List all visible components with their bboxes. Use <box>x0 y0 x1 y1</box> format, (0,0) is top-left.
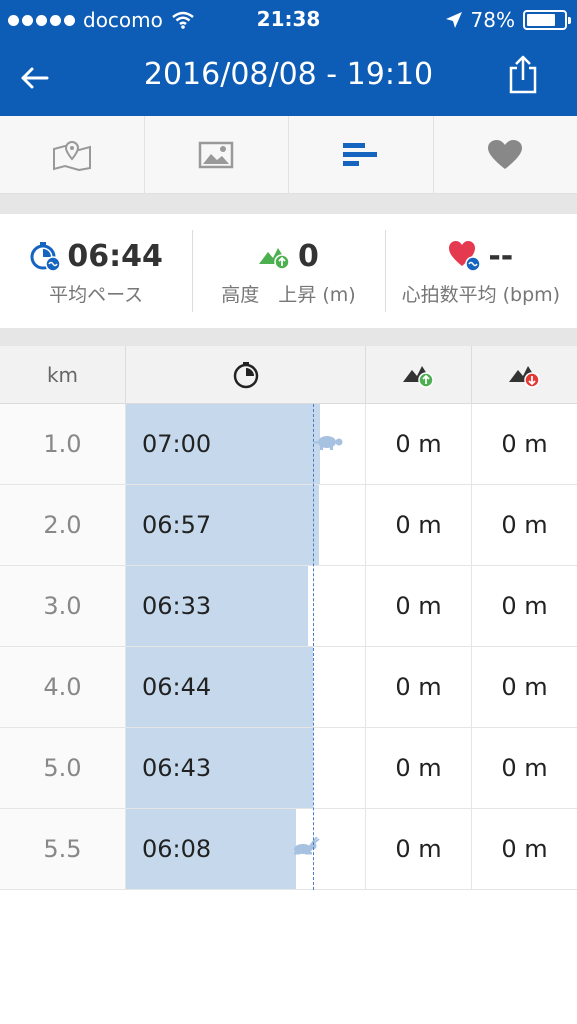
split-pace-cell: 06:57 <box>126 485 366 565</box>
split-km: 5.5 <box>0 809 126 889</box>
rabbit-icon <box>294 837 320 855</box>
turtle-icon <box>314 436 343 450</box>
split-pace: 06:33 <box>142 592 212 620</box>
table-header: km <box>0 346 577 404</box>
elevation-value: 0 <box>298 238 319 274</box>
avg-pace-value: 06:44 <box>67 238 163 274</box>
battery-level <box>527 14 555 26</box>
split-pace: 06:08 <box>142 835 212 863</box>
table-row: 5.0 06:43 0 m 0 m <box>0 728 577 809</box>
table-row: 2.0 06:57 0 m 0 m <box>0 485 577 566</box>
tab-bar <box>0 116 577 194</box>
tab-heart-rate[interactable] <box>434 116 577 193</box>
split-descent: 0 m <box>501 754 548 782</box>
split-km: 5.0 <box>0 728 126 808</box>
tab-photos[interactable] <box>145 116 289 193</box>
average-pace-line <box>313 404 314 890</box>
table-body: 1.0 07:00 0 m0 m 2.0 06:57 0 m0 m 3.0 06:33 0 m0… <box>0 404 577 890</box>
split-descent: 0 m <box>501 430 548 458</box>
descent-icon <box>508 365 540 388</box>
ascent-icon <box>402 365 434 388</box>
split-km: 3.0 <box>0 566 126 646</box>
split-ascent: 0 m <box>366 485 472 565</box>
split-ascent: 0 m <box>366 728 472 808</box>
split-pace-cell: 06:33 <box>126 566 366 646</box>
stopwatch-icon <box>233 361 258 388</box>
split-ascent: 0 m <box>366 809 472 889</box>
column-header-km: km <box>0 346 126 403</box>
split-descent: 0 m <box>501 835 548 863</box>
page-title: 2016/08/08 - 19:10 <box>143 57 434 92</box>
share-button[interactable] <box>507 54 547 98</box>
split-pace-cell: 06:44 <box>126 647 366 727</box>
photo-icon <box>199 141 234 168</box>
nav-bar: 2016/08/08 - 19:10 <box>0 40 577 116</box>
table-row: 3.0 06:33 0 m 0 m <box>0 566 577 647</box>
column-header-ascent <box>366 346 472 403</box>
battery-icon <box>523 10 571 30</box>
table-row: 1.0 07:00 0 m 0 m <box>0 404 577 485</box>
elevation-summary: 0 高度 上昇 (m) <box>192 214 384 328</box>
summary-panel: 06:44 平均ペース 0 高度 上昇 (m) -- 心拍数平均 (bpm) <box>0 214 577 328</box>
stopwatch-pace-icon <box>30 242 62 272</box>
split-pace-cell: 06:08 <box>126 809 366 889</box>
elevation-label: 高度 上昇 (m) <box>221 284 356 306</box>
section-divider <box>0 194 577 214</box>
split-pace: 06:43 <box>142 754 212 782</box>
split-pace-cell: 06:43 <box>126 728 366 808</box>
tab-splits[interactable] <box>289 116 434 193</box>
share-icon <box>509 55 537 94</box>
heart-rate-value: -- <box>488 238 514 274</box>
app-header: docomo 21:38 78% 2016/08/08 - 19:10 <box>0 0 577 116</box>
table-row: 4.0 06:44 0 m 0 m <box>0 647 577 728</box>
heart-rate-icon <box>449 241 482 272</box>
heart-rate-label: 心拍数平均 (bpm) <box>401 284 561 306</box>
status-right: 78% <box>445 8 571 32</box>
status-bar: docomo 21:38 78% <box>0 0 577 40</box>
section-divider <box>0 328 577 346</box>
heart-rate-summary: -- 心拍数平均 (bpm) <box>384 214 577 328</box>
heart-icon <box>488 139 523 169</box>
split-pace: 06:57 <box>142 511 212 539</box>
map-icon <box>52 140 91 171</box>
splits-table: km 1.0 07:00 0 m0 m 2.0 06:57 0 m0 m 3.0 06:33 0 <box>0 346 577 890</box>
split-km: 1.0 <box>0 404 126 484</box>
split-km: 2.0 <box>0 485 126 565</box>
split-pace-cell: 07:00 <box>126 404 366 484</box>
split-ascent: 0 m <box>366 647 472 727</box>
column-header-descent <box>472 346 577 403</box>
split-pace: 06:44 <box>142 673 212 701</box>
split-descent: 0 m <box>501 511 548 539</box>
avg-pace-label: 平均ペース <box>49 284 144 306</box>
table-row: 5.5 06:08 0 m 0 m <box>0 809 577 890</box>
avg-pace-summary: 06:44 平均ペース <box>0 214 192 328</box>
battery-percent: 78% <box>470 8 515 32</box>
split-ascent: 0 m <box>366 566 472 646</box>
tab-map[interactable] <box>0 116 145 193</box>
split-km: 4.0 <box>0 647 126 727</box>
split-descent: 0 m <box>501 673 548 701</box>
column-header-pace <box>126 346 366 403</box>
split-descent: 0 m <box>501 592 548 620</box>
split-ascent: 0 m <box>366 404 472 484</box>
split-pace: 07:00 <box>142 430 212 458</box>
location-arrow-icon <box>445 12 462 28</box>
elevation-gain-icon <box>259 248 290 270</box>
splits-icon <box>342 142 377 166</box>
